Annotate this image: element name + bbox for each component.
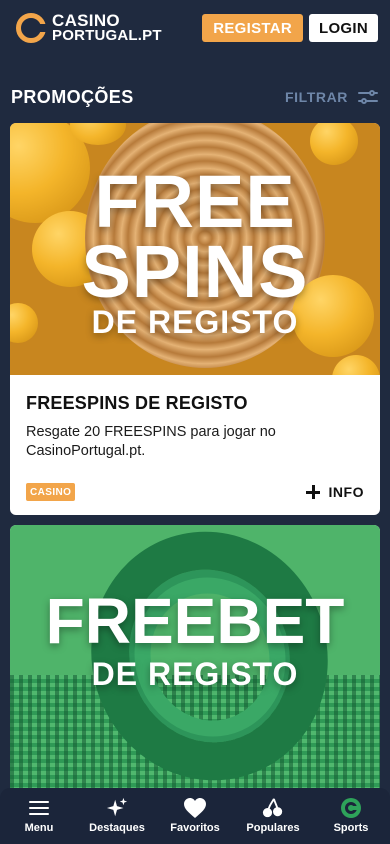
freespins-banner[interactable]: FREE SPINS DE REGISTO xyxy=(10,123,380,375)
promo-title: FREESPINS DE REGISTO xyxy=(26,393,248,413)
promo-card-freebet[interactable]: FREEBET DE REGISTO xyxy=(10,525,380,815)
banner-title-line2: DE REGISTO xyxy=(91,656,299,692)
logo-line1: CASINO xyxy=(52,11,120,30)
filter-label: FILTRAR xyxy=(284,89,348,105)
sports-logo-icon xyxy=(341,797,361,819)
info-label: INFO xyxy=(328,484,364,500)
nav-label: Destaques xyxy=(89,822,145,834)
cherries-icon xyxy=(262,797,284,819)
promotions-header: PROMOÇÕES FILTRAR xyxy=(0,82,390,112)
app-header: CASINO PORTUGAL.PT REGISTAR LOGIN xyxy=(0,0,390,56)
banner-title-line1: FREE xyxy=(94,160,296,243)
nav-item-favoritos[interactable]: Favoritos xyxy=(157,797,233,834)
page-title: PROMOÇÕES xyxy=(11,86,134,107)
bottom-navigation: Menu Destaques Favoritos Populares Sport… xyxy=(0,788,390,844)
heart-icon xyxy=(183,797,207,819)
sliders-icon xyxy=(358,89,378,105)
auth-buttons: REGISTAR LOGIN xyxy=(202,14,378,42)
nav-label: Menu xyxy=(24,822,54,834)
nav-label: Sports xyxy=(333,822,369,834)
login-button[interactable]: LOGIN xyxy=(309,14,378,42)
info-button[interactable]: INFO xyxy=(305,484,364,500)
nav-item-destaques[interactable]: Destaques xyxy=(79,797,155,834)
banner-title-line1: FREEBET xyxy=(45,585,345,657)
nav-item-populares[interactable]: Populares xyxy=(235,797,311,834)
category-tag: CASINO xyxy=(26,483,76,501)
nav-label: Populares xyxy=(246,822,300,834)
menu-icon xyxy=(29,797,49,819)
filter-button[interactable]: FILTRAR xyxy=(285,89,378,105)
banner-title-line2: SPINS xyxy=(81,230,309,313)
logo-c-icon xyxy=(16,13,47,43)
promo-card-freespins[interactable]: FREE SPINS DE REGISTO FREESPINS DE REGIS… xyxy=(10,123,380,515)
sparkle-icon xyxy=(106,797,128,819)
gold-ball-decoration xyxy=(310,123,358,165)
nav-label: Favoritos xyxy=(170,822,220,834)
plus-icon xyxy=(305,485,320,499)
gold-ball-decoration xyxy=(332,355,380,375)
casino-portugal-logo[interactable]: CASINO PORTUGAL.PT xyxy=(16,11,162,44)
banner-title-line3: DE REGISTO xyxy=(91,304,299,340)
nav-item-sports[interactable]: Sports xyxy=(313,797,389,834)
promo-description: Resgate 20 FREESPINS para jogar no Casin… xyxy=(26,424,276,459)
logo-text: CASINO PORTUGAL.PT xyxy=(52,11,162,44)
freebet-banner[interactable]: FREEBET DE REGISTO xyxy=(10,525,380,815)
logo-line2: PORTUGAL.PT xyxy=(52,27,162,44)
register-button[interactable]: REGISTAR xyxy=(202,14,303,42)
nav-item-menu[interactable]: Menu xyxy=(1,797,77,834)
promo-card-body: FREESPINS DE REGISTO Resgate 20 FREESPIN… xyxy=(10,375,380,515)
